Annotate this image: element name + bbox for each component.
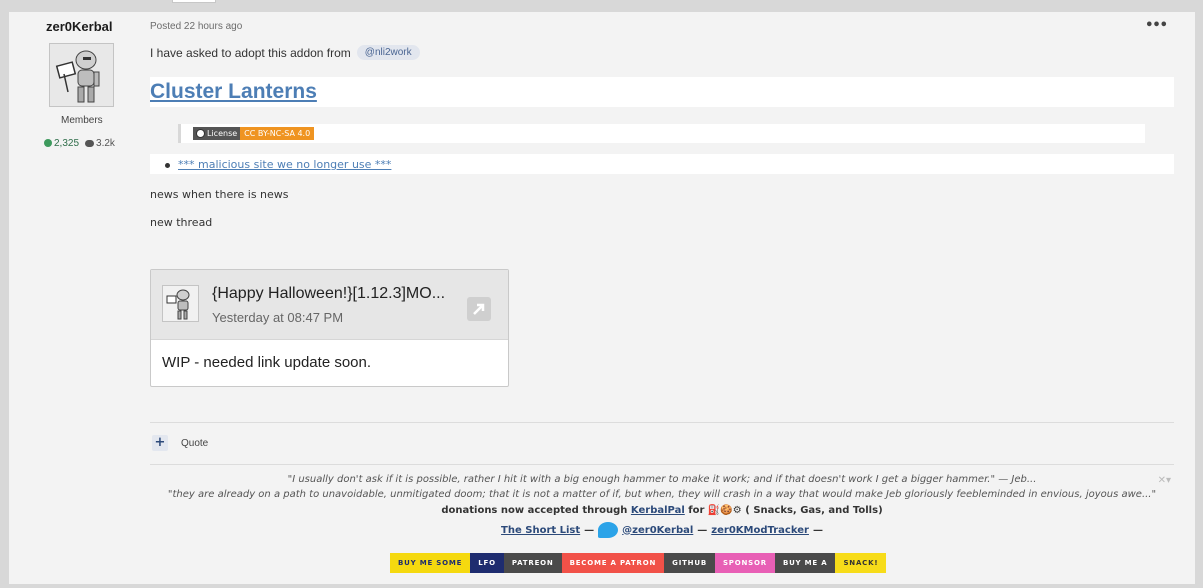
intro-line: I have asked to adopt this addon from @n… <box>150 45 420 60</box>
embed-header: {Happy Halloween!}[1.12.3]MO... Yesterda… <box>151 270 508 340</box>
comment-icon <box>85 140 95 147</box>
separator: — <box>697 524 708 536</box>
forum-post: zer0Kerbal Members 2,325 3.2k Posted 22 … <box>9 12 1195 584</box>
twitter-handle-link[interactable]: @zer0Kerbal <box>622 525 693 536</box>
kerbalpal-link[interactable]: KerbalPal <box>631 505 685 516</box>
donations-for: for <box>688 505 705 516</box>
intro-text: I have asked to adopt this addon from <box>150 45 351 60</box>
donation-badge[interactable]: SNACK! <box>835 553 887 573</box>
author-role: Members <box>61 115 103 126</box>
paragraph-news: news when there is news <box>150 188 289 201</box>
signature-links: The Short List — @zer0Kerbal — zer0KModT… <box>150 521 1174 539</box>
embed-title[interactable]: {Happy Halloween!}[1.12.3]MO... <box>212 285 445 303</box>
bullet-marker <box>165 163 170 168</box>
author-name[interactable]: zer0Kerbal <box>46 19 112 34</box>
donation-badge[interactable]: SPONSOR <box>714 553 775 573</box>
user-mention[interactable]: @nli2work <box>356 45 420 60</box>
donation-badge[interactable]: BECOME A PATRON <box>561 553 665 573</box>
cc-icon <box>196 129 205 138</box>
donation-badge[interactable]: LFO <box>470 553 504 573</box>
post-content: Posted 22 hours ago ••• I have asked to … <box>150 12 1174 584</box>
thread-embed-card[interactable]: {Happy Halloween!}[1.12.3]MO... Yesterda… <box>150 269 509 387</box>
embed-avatar <box>162 285 199 322</box>
separator: — <box>812 524 823 536</box>
post-timestamp[interactable]: Posted 22 hours ago <box>150 21 242 32</box>
more-options-icon[interactable]: ••• <box>1145 18 1168 33</box>
robot-avatar-small-icon <box>166 289 190 320</box>
license-value: CC BY-NC-SA 4.0 <box>240 127 315 140</box>
donations-suffix: ( Snacks, Gas, and Tolls) <box>745 505 883 516</box>
addon-title-link[interactable]: Cluster Lanterns <box>150 80 317 104</box>
reputation-value: 2,325 <box>54 138 80 149</box>
donation-badge[interactable]: BUY ME SOME <box>390 553 471 573</box>
reputation-count: 2,325 <box>44 138 79 149</box>
license-label: License <box>207 129 238 138</box>
post-count: 3.2k <box>85 138 115 149</box>
donation-badge[interactable]: PATREON <box>503 553 562 573</box>
author-stats: 2,325 3.2k <box>44 138 115 149</box>
post-count-value: 3.2k <box>96 138 115 149</box>
quote-button[interactable]: Quote <box>181 438 208 449</box>
reputation-icon <box>44 139 52 147</box>
license-blockquote: License CC BY-NC-SA 4.0 <box>178 124 1145 143</box>
license-badge-left: License <box>193 127 241 140</box>
top-tab-stub <box>172 0 216 3</box>
twitter-bird-icon[interactable] <box>598 522 619 538</box>
divider-signature <box>150 464 1174 465</box>
signature-quote-1: "I usually don't ask if it is possible, … <box>287 474 1037 485</box>
embed-date: Yesterday at 08:47 PM <box>212 310 344 325</box>
multiquote-plus-button[interactable]: + <box>152 435 168 451</box>
embed-body: WIP - needed link update soon. <box>162 354 372 371</box>
donations-prefix: donations now accepted through <box>441 505 628 516</box>
heading-block: Cluster Lanterns <box>150 77 1174 107</box>
signature-quote-2: "they are already on a path to unavoidab… <box>167 489 1157 500</box>
short-list-link[interactable]: The Short List <box>501 525 580 536</box>
mod-tracker-link[interactable]: zer0KModTracker <box>711 525 809 536</box>
donations-line: donations now accepted through KerbalPal… <box>150 505 1174 516</box>
separator: — <box>584 524 595 536</box>
license-badge[interactable]: License CC BY-NC-SA 4.0 <box>193 127 315 140</box>
arrow-up-right-icon <box>473 303 485 315</box>
divider-actions <box>150 422 1174 423</box>
donation-badge[interactable]: GITHUB <box>664 553 715 573</box>
donation-badge[interactable]: BUY ME A <box>774 553 836 573</box>
bullet-link[interactable]: *** malicious site we no longer use *** <box>178 158 391 171</box>
paragraph-new-thread: new thread <box>150 216 213 229</box>
fuel-icons: ⛽🍪⚙ <box>707 505 742 516</box>
open-external-icon[interactable] <box>467 297 491 321</box>
robot-avatar-icon <box>50 44 113 106</box>
donation-badges: BUY ME SOME LFO PATREON BECOME A PATRON GITH… <box>390 553 887 573</box>
author-avatar[interactable] <box>49 43 114 107</box>
